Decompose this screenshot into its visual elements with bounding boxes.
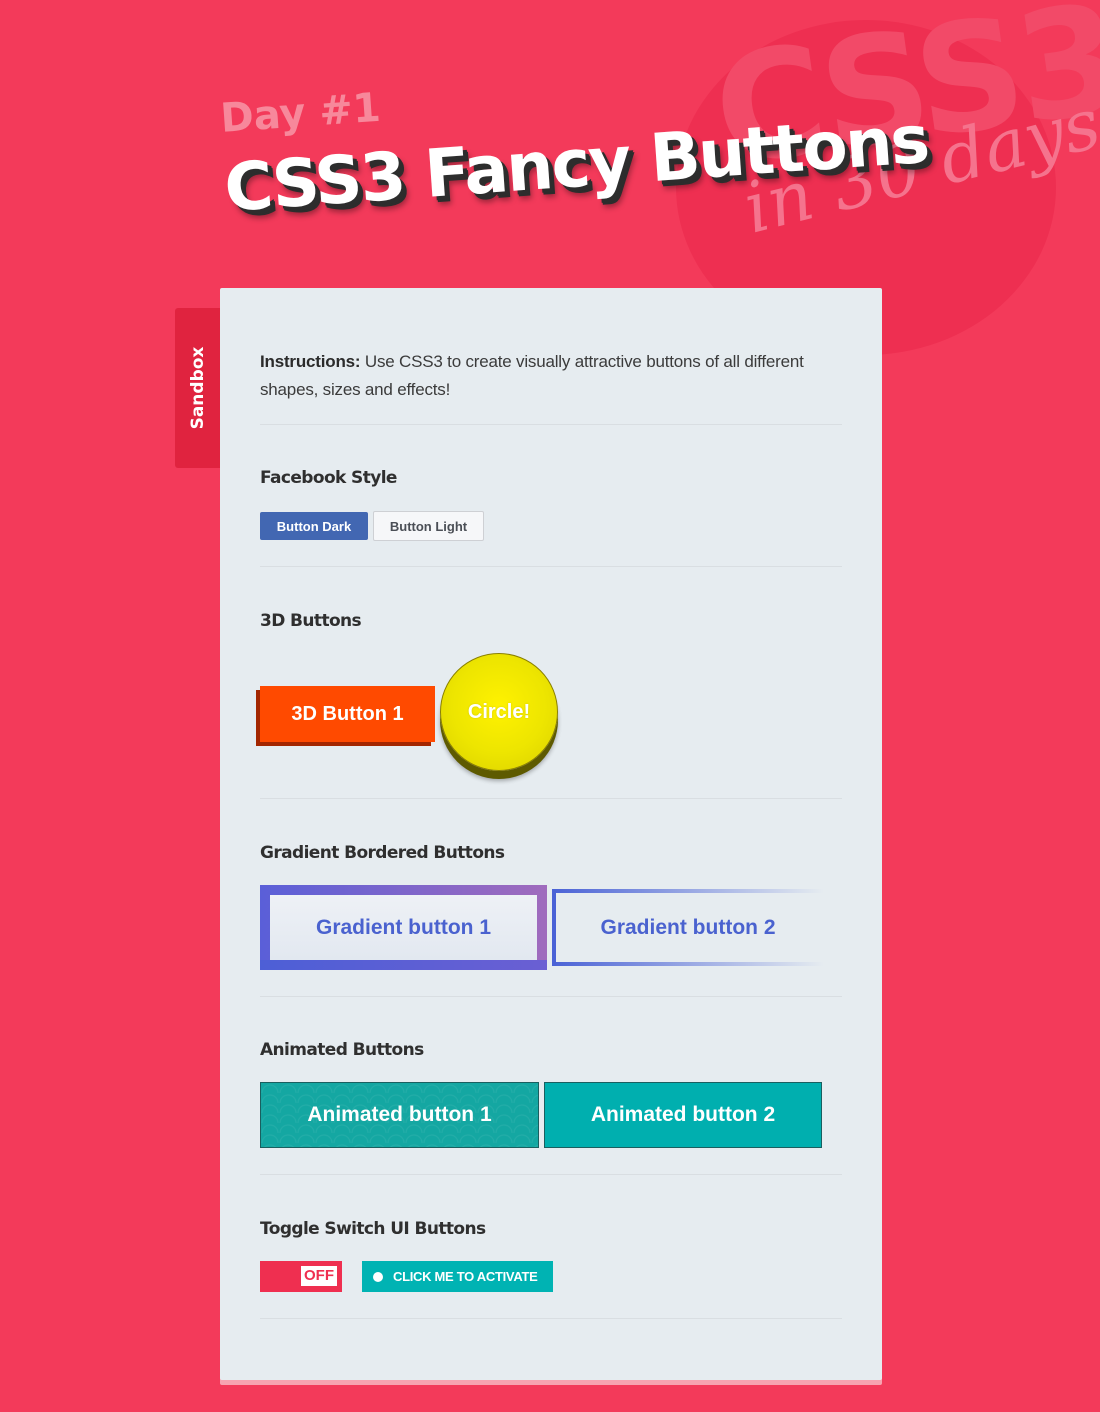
gradient-button-2-label: Gradient button 2	[600, 915, 776, 939]
3d-button[interactable]: 3D Button 1	[260, 686, 435, 742]
toggle-switch[interactable]: OFF	[260, 1261, 342, 1292]
gradient-button-2[interactable]: Gradient button 2	[552, 889, 824, 966]
sandbox-tab[interactable]: Sandbox	[175, 308, 220, 468]
instructions-prefix: Instructions:	[260, 352, 361, 371]
sandbox-panel: Instructions: Use CSS3 to create visuall…	[220, 288, 882, 1380]
section-title-facebook: Facebook Style	[260, 468, 397, 488]
facebook-light-button[interactable]: Button Light	[373, 511, 484, 541]
circle-button[interactable]: Circle!	[440, 653, 558, 771]
status-dot-icon	[373, 1272, 383, 1282]
sandbox-tab-label: Sandbox	[187, 346, 208, 430]
animated-button-1[interactable]: Animated button 1	[260, 1082, 539, 1148]
gradient-button-1[interactable]: Gradient button 1	[260, 885, 547, 970]
activate-button[interactable]: CLICK ME TO ACTIVATE	[362, 1261, 553, 1292]
divider	[260, 424, 842, 425]
animated-button-2[interactable]: Animated button 2	[544, 1082, 822, 1148]
instructions: Instructions: Use CSS3 to create visuall…	[260, 348, 850, 404]
day-label: Day #1	[219, 84, 383, 142]
facebook-dark-button[interactable]: Button Dark	[260, 512, 368, 540]
section-title-toggle: Toggle Switch UI Buttons	[260, 1219, 486, 1239]
divider	[260, 996, 842, 997]
section-title-3d: 3D Buttons	[260, 611, 362, 631]
divider	[260, 566, 842, 567]
section-title-gradient: Gradient Bordered Buttons	[260, 843, 505, 863]
section-title-animated: Animated Buttons	[260, 1040, 424, 1060]
divider	[260, 798, 842, 799]
activate-button-label: CLICK ME TO ACTIVATE	[393, 1269, 538, 1284]
gradient-button-1-label: Gradient button 1	[270, 895, 537, 960]
gradient-border-bottom	[260, 960, 547, 970]
divider	[260, 1174, 842, 1175]
divider	[260, 1318, 842, 1319]
toggle-state-label: OFF	[301, 1266, 337, 1286]
